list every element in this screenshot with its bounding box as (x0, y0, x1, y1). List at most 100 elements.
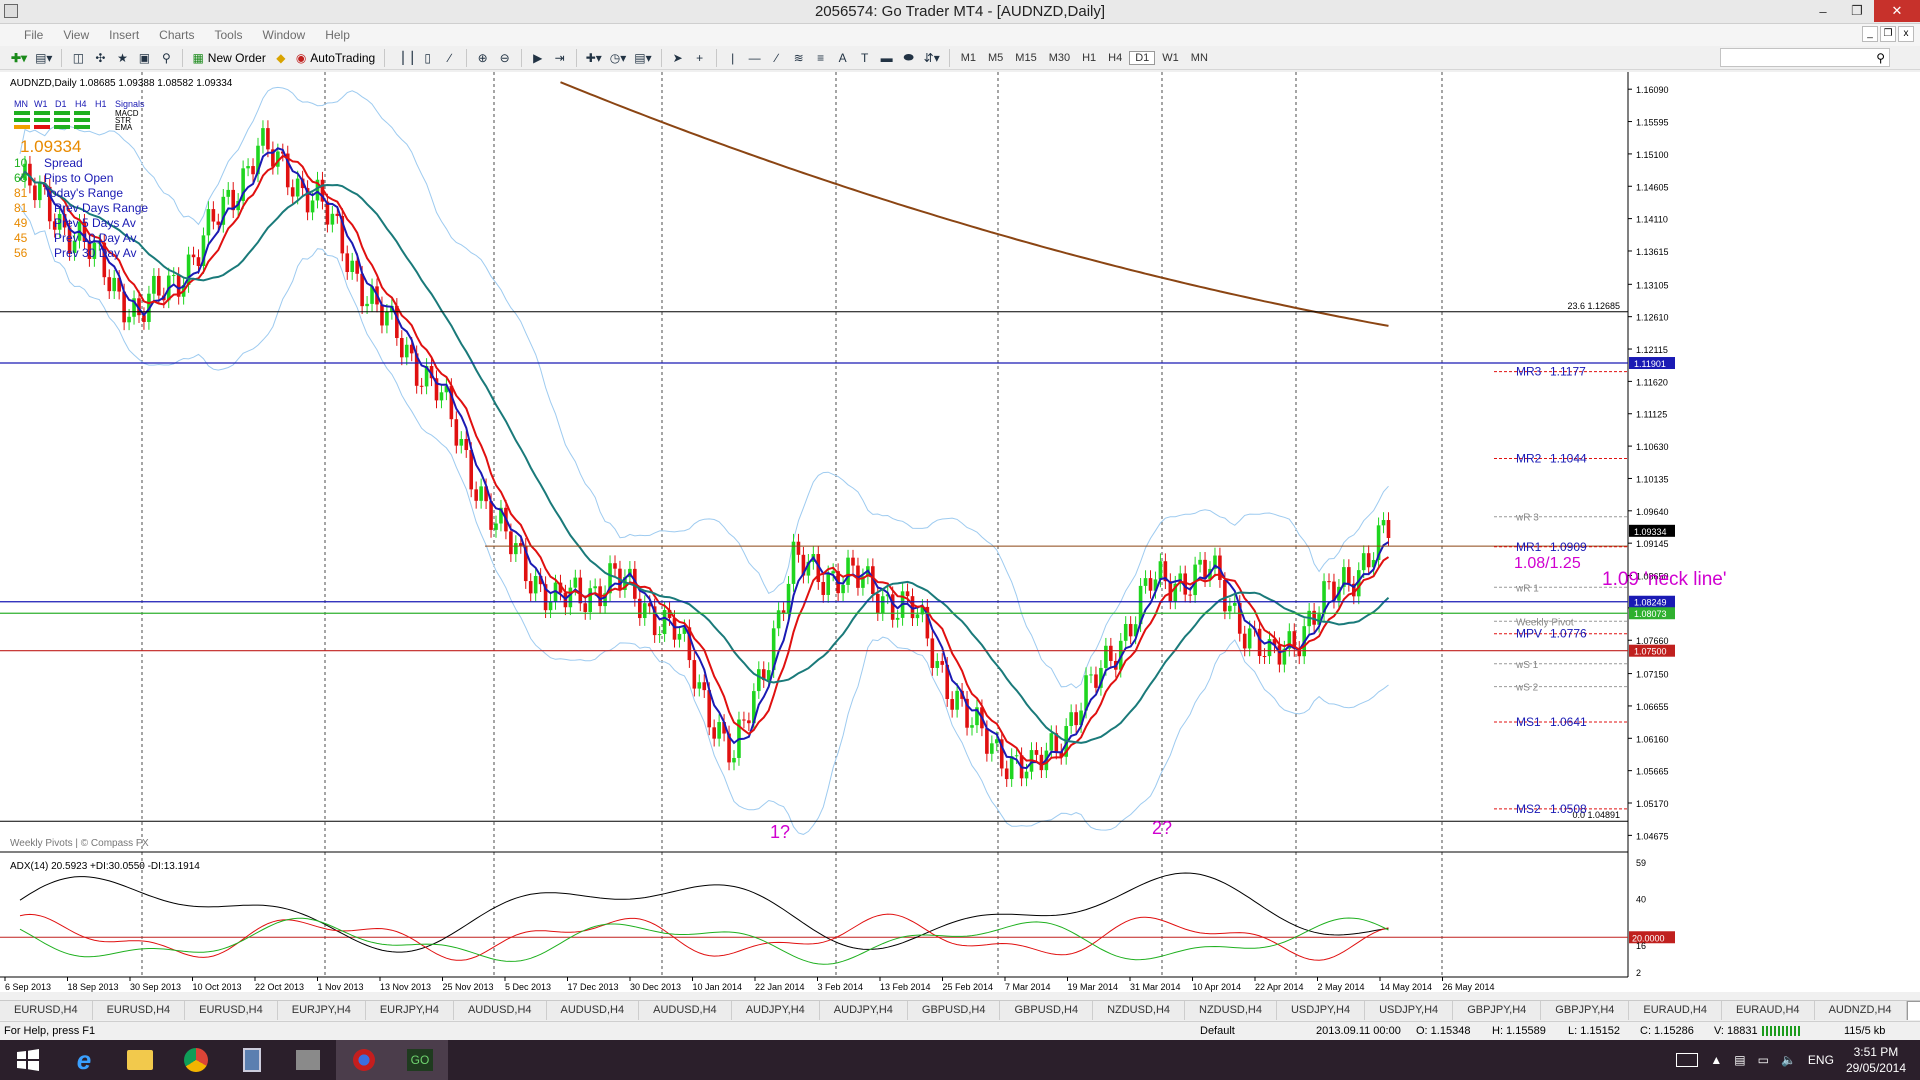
candlestick-icon[interactable]: ▯ (418, 48, 438, 68)
terminal-icon[interactable]: ▣ (134, 48, 154, 68)
restore-button[interactable]: ❐ (1840, 0, 1874, 22)
chart-tab-9[interactable]: AUDJPY,H4 (820, 1001, 908, 1020)
metaeditor-icon[interactable]: ◆ (271, 48, 291, 68)
arrows-icon[interactable]: ⇵▾ (921, 48, 943, 68)
menu-charts[interactable]: Charts (149, 28, 204, 42)
channel-icon[interactable]: ≡ (811, 48, 831, 68)
market-watch-icon[interactable]: ◫ (68, 48, 88, 68)
chart-shift-icon[interactable]: ⇥ (550, 48, 570, 68)
chart-tab-2[interactable]: EURUSD,H4 (185, 1001, 278, 1020)
mt4-taskbar-icon[interactable]: GO (392, 1040, 448, 1080)
chart-tab-21[interactable]: AUDNZD,Daily (1906, 1001, 1920, 1020)
chart-tab-5[interactable]: AUDUSD,H4 (454, 1001, 547, 1020)
mdi-restore-button[interactable]: ❐ (1880, 26, 1896, 42)
chart-tab-8[interactable]: AUDJPY,H4 (732, 1001, 820, 1020)
candle-body-49 (261, 128, 265, 146)
app-taskbar-icon[interactable] (280, 1040, 336, 1080)
new-order-button[interactable]: ▦ New Order (189, 48, 268, 68)
rectangle-icon[interactable]: ▬ (877, 48, 897, 68)
calculator-taskbar-icon[interactable] (224, 1040, 280, 1080)
timeframe-m15[interactable]: M15 (1010, 52, 1041, 64)
chart-tab-15[interactable]: USDJPY,H4 (1365, 1001, 1454, 1020)
timeframe-h1[interactable]: H1 (1077, 52, 1101, 64)
text-label-icon[interactable]: T (855, 48, 875, 68)
zoom-out-icon[interactable]: ⊖ (495, 48, 515, 68)
menu-help[interactable]: Help (315, 28, 360, 42)
bar-chart-icon[interactable]: ▕▕ (391, 48, 415, 68)
tester-icon[interactable]: ⚲ (156, 48, 176, 68)
bollinger-bands (19, 86, 1389, 835)
timeframe-m30[interactable]: M30 (1044, 52, 1075, 64)
fibonacci-icon[interactable]: ≋ (789, 48, 809, 68)
candle-body-268 (1347, 567, 1351, 584)
explorer-taskbar-icon[interactable] (112, 1040, 168, 1080)
language-indicator[interactable]: ENG (1808, 1053, 1834, 1067)
mdi-minimize-button[interactable]: _ (1862, 26, 1878, 42)
chart-tab-14[interactable]: USDJPY,H4 (1277, 1001, 1366, 1020)
new-chart-icon[interactable]: ✚▾ (8, 48, 30, 68)
windows-icon (17, 1049, 39, 1071)
price-chart[interactable]: 23.6 1.126850.0 1.04891 MR3 1.1177MR2 1.10… (0, 72, 1920, 992)
vertical-line-icon[interactable]: | (723, 48, 743, 68)
horizontal-line-icon[interactable]: — (745, 48, 765, 68)
crosshair-icon[interactable]: + (690, 48, 710, 68)
data-window-icon[interactable]: ✣ (90, 48, 110, 68)
timeframe-h4[interactable]: H4 (1103, 52, 1127, 64)
chart-tab-19[interactable]: EURAUD,H4 (1722, 1001, 1815, 1020)
periods-icon[interactable]: ◷▾ (607, 48, 630, 68)
chart-window[interactable]: 23.6 1.12685 0.0 1.04891 MR3 1.1177 MR2 1.10… (0, 72, 1920, 992)
search-input[interactable]: ⚲ (1720, 48, 1890, 67)
battery-icon[interactable]: ▭ (1758, 1053, 1769, 1067)
network-icon[interactable]: ▤ (1734, 1053, 1745, 1067)
mdi-close-button[interactable]: x (1898, 26, 1914, 42)
minimize-button[interactable]: – (1806, 0, 1840, 22)
auto-scroll-icon[interactable]: ▶ (528, 48, 548, 68)
volume-icon[interactable]: 🔈 (1781, 1053, 1796, 1067)
start-button[interactable] (0, 1040, 56, 1080)
autotrading-button[interactable]: ◉ AutoTrading (293, 48, 378, 68)
navigator-icon[interactable]: ★ (112, 48, 132, 68)
profiles-icon[interactable]: ▤▾ (32, 48, 55, 68)
chart-tab-18[interactable]: EURAUD,H4 (1629, 1001, 1722, 1020)
chart-tab-13[interactable]: NZDUSD,H4 (1185, 1001, 1277, 1020)
chart-tab-0[interactable]: EURUSD,H4 (0, 1001, 93, 1020)
info-label-4: Prev 5 Days Av (54, 216, 136, 230)
timeframe-mn[interactable]: MN (1186, 52, 1213, 64)
chart-tab-17[interactable]: GBPJPY,H4 (1541, 1001, 1630, 1020)
menu-insert[interactable]: Insert (99, 28, 149, 42)
close-button[interactable]: ✕ (1874, 0, 1920, 22)
chart-tab-1[interactable]: EURUSD,H4 (93, 1001, 186, 1020)
timeframe-d1[interactable]: D1 (1129, 50, 1156, 65)
menu-tools[interactable]: Tools (205, 28, 253, 42)
line-chart-icon[interactable]: ∕ (440, 48, 460, 68)
timeframe-m5[interactable]: M5 (983, 52, 1008, 64)
cursor-icon[interactable]: ➤ (668, 48, 688, 68)
timeframe-w1[interactable]: W1 (1157, 52, 1184, 64)
chart-tab-6[interactable]: AUDUSD,H4 (547, 1001, 640, 1020)
chart-tab-20[interactable]: AUDNZD,H4 (1815, 1001, 1907, 1020)
menu-view[interactable]: View (53, 28, 99, 42)
text-icon[interactable]: A (833, 48, 853, 68)
chart-tab-12[interactable]: NZDUSD,H4 (1093, 1001, 1186, 1020)
chart-tab-11[interactable]: GBPUSD,H4 (1000, 1001, 1094, 1020)
menu-file[interactable]: File (14, 28, 53, 42)
chrome-taskbar-icon[interactable] (168, 1040, 224, 1080)
timeframe-m1[interactable]: M1 (956, 52, 981, 64)
trendline-icon[interactable]: ∕ (767, 48, 787, 68)
zoom-in-icon[interactable]: ⊕ (473, 48, 493, 68)
keyboard-icon[interactable] (1676, 1053, 1699, 1067)
media-taskbar-icon[interactable] (336, 1040, 392, 1080)
chart-tab-4[interactable]: EURJPY,H4 (366, 1001, 454, 1020)
templates-icon[interactable]: ▤▾ (631, 48, 654, 68)
ellipse-icon[interactable]: ⬬ (899, 48, 919, 68)
chart-tab-16[interactable]: GBPJPY,H4 (1453, 1001, 1542, 1020)
chart-tab-7[interactable]: AUDUSD,H4 (639, 1001, 732, 1020)
indicators-icon[interactable]: ✚▾ (583, 48, 605, 68)
menu-window[interactable]: Window (253, 28, 316, 42)
chart-tab-10[interactable]: GBPUSD,H4 (908, 1001, 1001, 1020)
chart-tab-3[interactable]: EURJPY,H4 (278, 1001, 366, 1020)
ie-taskbar-icon[interactable]: e (56, 1040, 112, 1080)
status-profile[interactable]: Default (1200, 1025, 1235, 1037)
tray-arrow-icon[interactable]: ▲ (1710, 1053, 1722, 1067)
clock[interactable]: 3:51 PM 29/05/2014 (1846, 1044, 1906, 1076)
